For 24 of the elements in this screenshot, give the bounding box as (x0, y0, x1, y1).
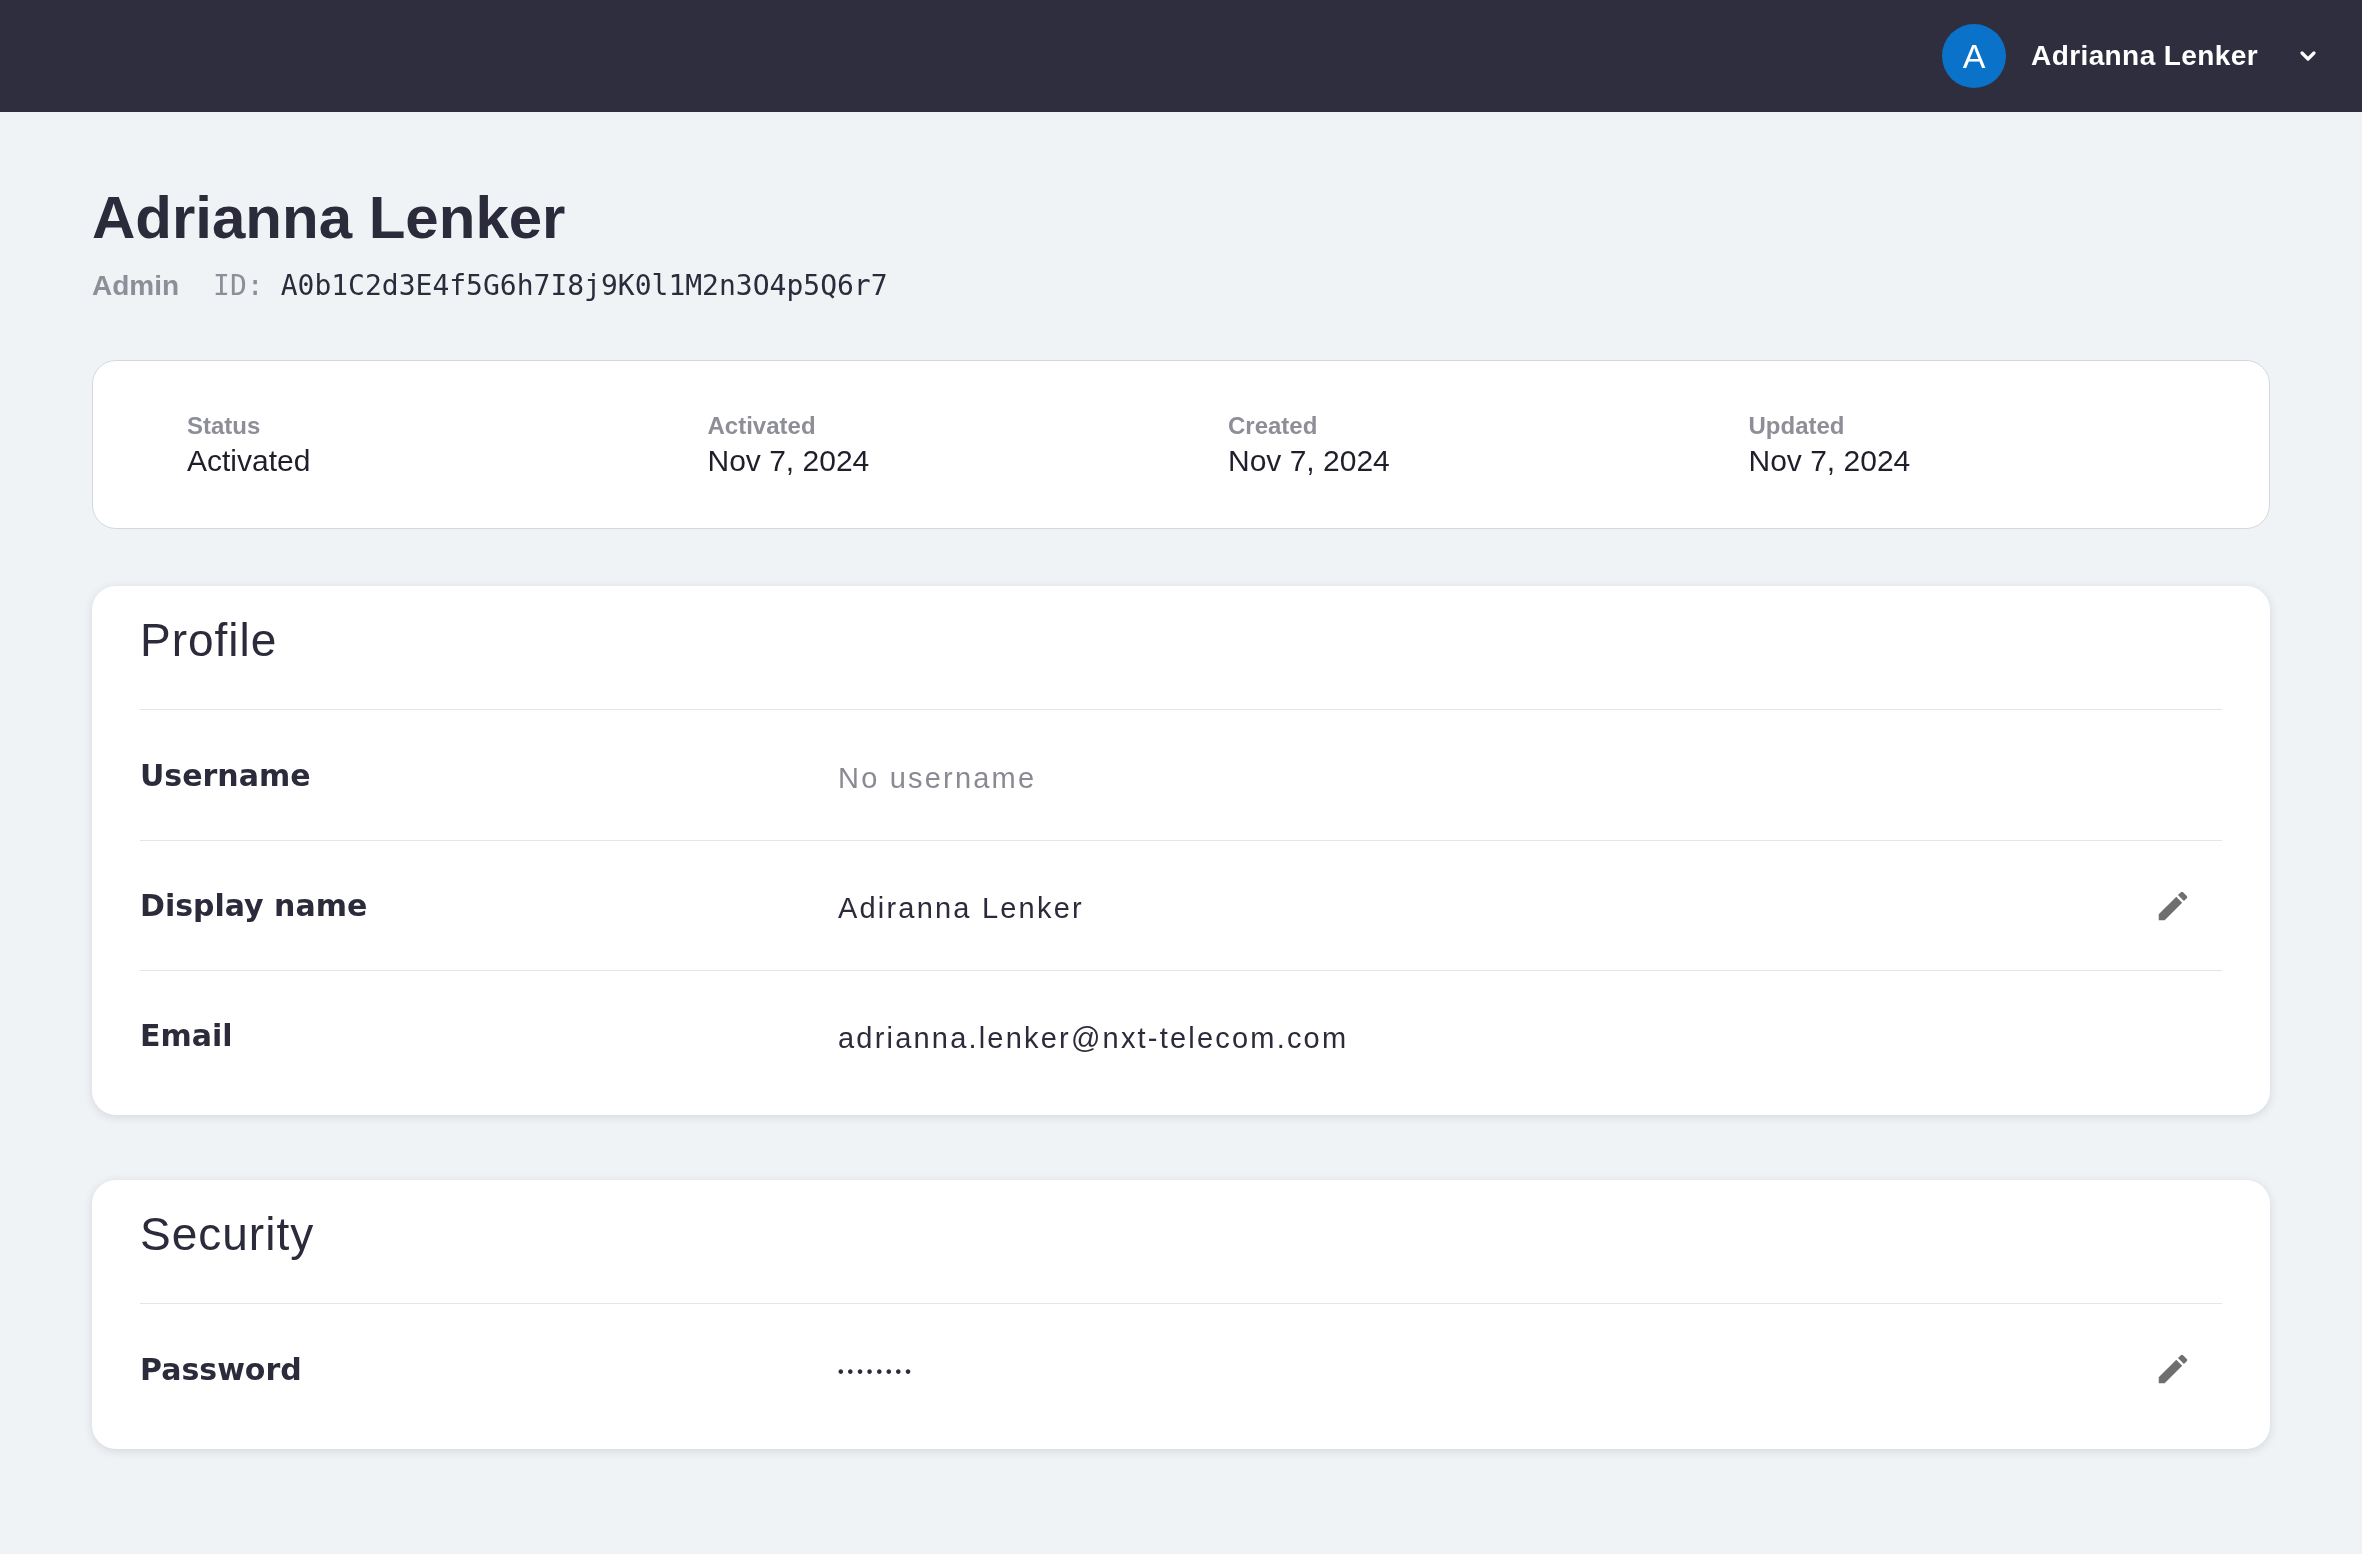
field-label: Username (140, 757, 311, 793)
field-label: Password (140, 1351, 302, 1387)
summary-label: Updated (1748, 411, 1845, 440)
field-label: Email (140, 1018, 233, 1053)
field-label: Display name (140, 888, 368, 923)
summary-label: Created (1228, 411, 1318, 440)
role-label: Admin (92, 270, 180, 302)
section-title: Security (140, 1206, 315, 1261)
page-title: Adrianna Lenker (92, 184, 566, 252)
id-value: A0b1C2d3E4f5G6h7I8j9K0l1M2n3O4p5Q6r7 (280, 270, 888, 302)
summary-value: Nov 7, 2024 (1228, 443, 1390, 478)
summary-label: Activated (707, 411, 816, 440)
field-value: Adiranna Lenker (838, 892, 1084, 925)
field-value: No username (838, 761, 1037, 795)
user-menu-button[interactable]: Adrianna Lenker (2031, 40, 2320, 72)
masked-password: •••••••• (838, 1363, 915, 1381)
id-label: ID: (213, 270, 264, 302)
summary-value: Activated (187, 443, 311, 478)
user-avatar: A (1942, 24, 2007, 88)
summary-value: Nov 7, 2024 (707, 443, 870, 478)
summary-value: Nov 7, 2024 (1748, 443, 1911, 478)
field-value: adrianna.lenker@nxt-telecom.com (838, 1022, 1349, 1055)
summary-label: Status (187, 411, 261, 440)
section-title: Profile (140, 612, 278, 667)
